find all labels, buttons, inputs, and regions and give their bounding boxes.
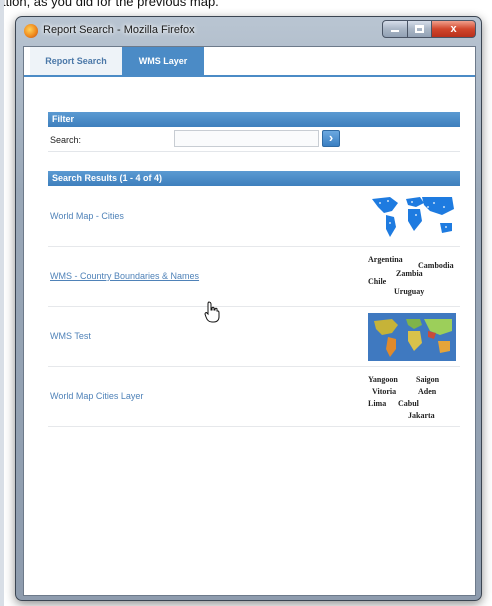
minimize-icon [391,30,399,32]
page-content: Report Search WMS Layer Filter Search: ›… [23,46,476,596]
map-label: Cambodia [418,261,454,270]
minimize-button[interactable] [382,20,408,38]
search-input[interactable] [174,130,319,147]
map-thumbnail[interactable]: Yangoon Saigon Vitoria Aden Lima Cabul J… [368,373,456,421]
map-label: Cabul [398,399,419,408]
tab-wms-layer[interactable]: WMS Layer [122,47,204,75]
window-controls: x [382,20,476,38]
world-map-cities-image [368,193,456,241]
map-label: Saigon [416,375,440,384]
result-link[interactable]: World Map Cities Layer [50,391,143,401]
title-bar[interactable]: Report Search - Mozilla Firefox x [16,17,481,45]
result-link[interactable]: World Map - Cities [50,211,124,221]
list-item: WMS Test [48,307,460,367]
browser-window: Report Search - Mozilla Firefox x Report… [15,16,482,601]
window-title: Report Search - Mozilla Firefox [43,24,195,36]
tab-report-search[interactable]: Report Search [30,47,122,75]
arrow-right-icon: › [328,130,334,145]
close-icon: x [450,23,457,35]
map-thumbnail[interactable] [368,193,456,241]
filter-header: Filter [48,112,460,127]
firefox-icon [24,24,38,38]
hand-cursor-icon [204,301,220,323]
results-header: Search Results (1 - 4 of 4) [48,171,460,186]
colored-world-map-image [368,313,456,361]
map-label: Aden [418,387,437,396]
maximize-button[interactable] [408,20,432,38]
map-label: Lima [368,399,387,408]
map-label: Zambia [396,269,423,278]
list-item: WMS - Country Boundaries & Names Argenti… [48,247,460,307]
list-item: World Map - Cities [48,187,460,247]
map-label: Argentina [368,255,403,264]
map-label: Jakarta [408,411,435,420]
search-label: Search: [50,135,82,145]
result-link[interactable]: WMS Test [50,331,91,341]
map-thumbnail[interactable]: Argentina Cambodia Chile Zambia Uruguay [368,253,456,301]
search-button[interactable]: › [322,130,340,147]
map-label: Uruguay [394,287,425,296]
map-label: Chile [368,277,387,286]
list-item: World Map Cities Layer Yangoon Saigon Vi… [48,367,460,427]
page-caption: ttion, as you did for the previous map. [2,0,219,9]
tab-underline [24,75,475,77]
result-link[interactable]: WMS - Country Boundaries & Names [50,271,199,281]
left-page-edge [0,0,4,606]
filter-divider [48,151,460,152]
tab-bar: Report Search WMS Layer [24,47,475,75]
map-label: Vitoria [372,387,397,396]
map-label: Yangoon [368,375,398,384]
map-thumbnail[interactable] [368,313,456,361]
maximize-icon [415,25,424,33]
close-button[interactable]: x [432,20,476,38]
